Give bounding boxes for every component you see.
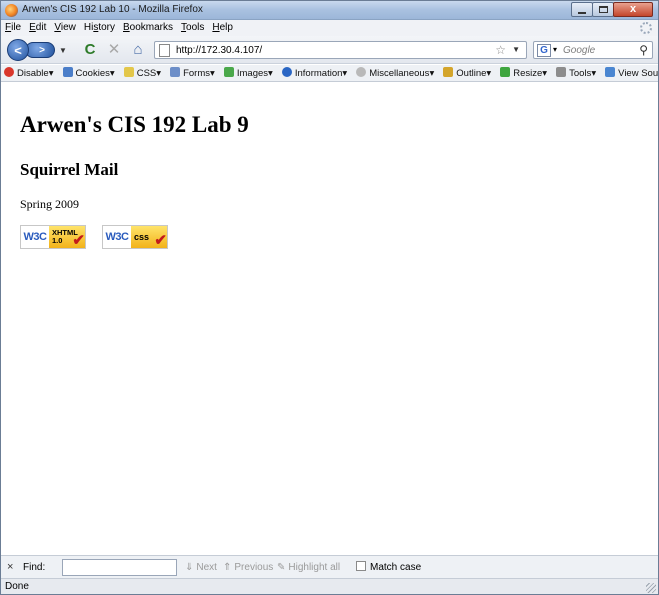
- check-icon: ✔: [72, 232, 85, 249]
- checkbox-icon[interactable]: [356, 561, 366, 571]
- cookies-icon: [62, 67, 73, 77]
- w3c-logo: W3C: [23, 231, 47, 243]
- engine-dropdown-icon[interactable]: ▾: [553, 45, 557, 54]
- url-text[interactable]: http://172.30.4.107/: [176, 45, 262, 56]
- forward-button[interactable]: >: [25, 42, 55, 58]
- back-arrow-icon: <: [14, 42, 22, 58]
- find-next-button[interactable]: ⇓ Next: [185, 562, 217, 573]
- web-developer-toolbar: Disable▾ Cookies▾ CSS▾ Forms▾ Images▾ In…: [1, 65, 658, 82]
- back-forward-group: > < ▼: [7, 39, 67, 61]
- minimize-icon: [578, 11, 586, 14]
- navigation-toolbar: > < ▼ C ✕ ⌂ http://172.30.4.107/ ☆ ▼ G ▾…: [1, 36, 658, 64]
- valid-xhtml-badge[interactable]: W3C XHTML 1.0 ✔: [20, 225, 86, 249]
- find-input[interactable]: [62, 559, 177, 576]
- css-icon: [123, 67, 134, 77]
- history-dropdown-icon[interactable]: ▼: [59, 46, 67, 55]
- up-arrow-icon: ⇑: [223, 562, 232, 573]
- window-title: Arwen's CIS 192 Lab 10 - Mozilla Firefox: [22, 4, 203, 15]
- close-button[interactable]: x: [613, 2, 653, 17]
- status-bar: Done: [1, 578, 658, 594]
- url-dropdown-icon[interactable]: ▼: [512, 45, 520, 54]
- title-bar: Arwen's CIS 192 Lab 10 - Mozilla Firefox…: [1, 1, 658, 20]
- search-placeholder[interactable]: Google: [563, 45, 595, 56]
- find-label: Find:: [23, 562, 46, 573]
- page-icon: [159, 44, 170, 57]
- page-content: Arwen's CIS 192 Lab 9 Squirrel Mail Spri…: [1, 83, 658, 555]
- menu-bookmarks[interactable]: Bookmarks: [119, 20, 177, 33]
- miscellaneous-icon: [356, 67, 367, 77]
- devbar-view-source[interactable]: View Source▾: [602, 65, 658, 79]
- devbar-cookies[interactable]: Cookies▾: [60, 65, 118, 79]
- images-icon: [223, 67, 234, 77]
- find-previous-button[interactable]: ⇑ Previous: [223, 562, 273, 573]
- menu-help[interactable]: Help: [208, 20, 237, 33]
- address-bar[interactable]: http://172.30.4.107/ ☆ ▼: [154, 41, 527, 59]
- page-heading: Arwen's CIS 192 Lab 9: [20, 112, 249, 137]
- menu-history[interactable]: History: [80, 20, 119, 33]
- xhtml-label: XHTML 1.0 ✔: [49, 226, 85, 248]
- devbar-tools[interactable]: Tools▾: [553, 65, 599, 79]
- w3c-logo: W3C: [105, 231, 129, 243]
- minimize-button[interactable]: [571, 2, 593, 17]
- devbar-css[interactable]: CSS▾: [121, 65, 164, 79]
- menu-file[interactable]: File: [1, 20, 25, 33]
- css-label: css ✔: [131, 226, 167, 248]
- back-button[interactable]: <: [7, 39, 29, 61]
- check-icon: ✔: [154, 232, 167, 249]
- resize-grip-icon[interactable]: [646, 583, 656, 593]
- maximize-button[interactable]: [592, 2, 614, 17]
- search-box[interactable]: G ▾ Google ⚲: [533, 41, 653, 59]
- search-icon[interactable]: ⚲: [639, 43, 648, 57]
- bookmark-star-icon[interactable]: ☆: [495, 43, 506, 57]
- tools-icon: [556, 67, 567, 77]
- menu-bar: File Edit View History Bookmarks Tools Help: [1, 20, 658, 36]
- devbar-miscellaneous[interactable]: Miscellaneous▾: [353, 65, 437, 79]
- highlight-all-button[interactable]: ✎ Highlight all: [277, 562, 340, 573]
- reload-icon[interactable]: C: [81, 41, 99, 59]
- maximize-icon: [598, 6, 608, 13]
- highlighter-icon: ✎: [277, 562, 286, 573]
- throbber-icon: [640, 22, 652, 34]
- browser-window: Arwen's CIS 192 Lab 10 - Mozilla Firefox…: [0, 0, 659, 595]
- home-icon[interactable]: ⌂: [129, 41, 147, 59]
- close-icon: x: [629, 3, 637, 15]
- devbar-disable[interactable]: Disable▾: [1, 65, 56, 79]
- devbar-information[interactable]: Information▾: [279, 65, 350, 79]
- outline-icon: [443, 67, 454, 77]
- page-subheading: Squirrel Mail: [20, 160, 119, 179]
- menu-edit[interactable]: Edit: [25, 20, 50, 33]
- firefox-icon: [5, 4, 18, 17]
- devbar-resize[interactable]: Resize▾: [497, 65, 550, 79]
- find-bar: × Find: ⇓ Next ⇑ Previous ✎ Highlight all M…: [1, 555, 658, 578]
- menu-tools[interactable]: Tools: [177, 20, 208, 33]
- devbar-images[interactable]: Images▾: [221, 65, 276, 79]
- view-source-icon: [605, 67, 616, 77]
- valid-css-badge[interactable]: W3C css ✔: [102, 225, 168, 249]
- google-engine-icon[interactable]: G: [537, 44, 551, 57]
- down-arrow-icon: ⇓: [185, 562, 194, 573]
- forward-arrow-icon: >: [39, 44, 45, 56]
- information-icon: [281, 67, 292, 77]
- devbar-forms[interactable]: Forms▾: [167, 65, 218, 79]
- stop-icon[interactable]: ✕: [105, 41, 123, 59]
- status-text: Done: [5, 581, 29, 592]
- menu-view[interactable]: View: [50, 20, 80, 33]
- find-close-icon[interactable]: ×: [7, 561, 13, 573]
- disable-icon: [4, 67, 14, 77]
- match-case-checkbox[interactable]: Match case: [356, 561, 421, 573]
- page-text: Spring 2009: [20, 197, 80, 211]
- devbar-outline[interactable]: Outline▾: [440, 65, 494, 79]
- forms-icon: [170, 67, 181, 77]
- window-controls: x: [571, 2, 653, 18]
- resize-icon: [500, 67, 511, 77]
